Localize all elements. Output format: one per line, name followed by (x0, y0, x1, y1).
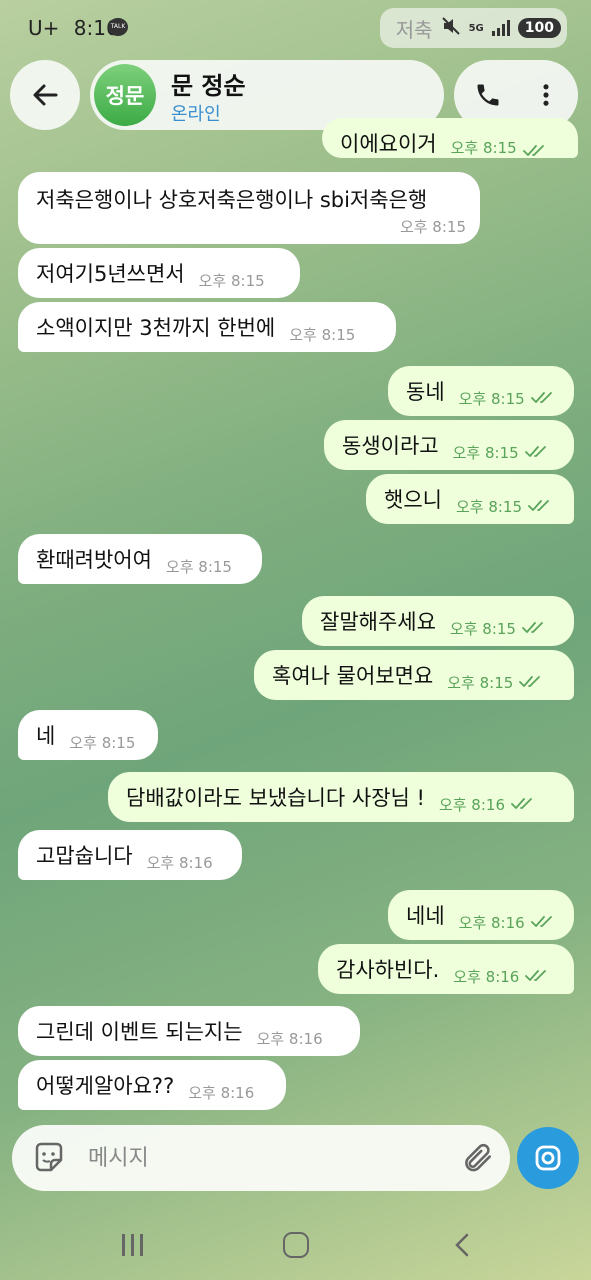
incoming-message[interactable]: 소액이지만 3천까지 한번에 오후 8:15 (18, 302, 396, 352)
message-text: 저축은행이나 상호저축은행이나 sbi저축은행 (36, 187, 428, 212)
phone-icon (477, 84, 499, 106)
message-text: 그린데 이벤트 되는지는 (36, 1020, 243, 1044)
message-text: 동네 (406, 380, 445, 404)
message-timestamp: 오후 8:15 (198, 271, 265, 290)
status-icons: 저축 5G 100 (379, 8, 567, 48)
message-timestamp: 오후 8:16 (188, 1083, 255, 1102)
message-timestamp: 오후 8:15 (289, 325, 356, 344)
contact-status: 온라인 (171, 104, 221, 125)
message-list: 이에요이거 오후 8:15 저축은행이나 상호저축은행이나 sbi저축은행 오후 8:… (0, 0, 591, 1280)
outgoing-message[interactable]: 혹여나 물어보면요 오후 8:15 (254, 650, 574, 700)
incoming-message[interactable]: 어떻게알아요?? 오후 8:16 (18, 1060, 286, 1110)
sticker-icon (35, 1142, 63, 1172)
outgoing-message[interactable]: 네네 오후 8:16 (388, 890, 574, 940)
message-timestamp: 오후 8:16 (146, 853, 213, 872)
message-text: 햇으니 (384, 488, 442, 512)
more-options-button[interactable] (526, 75, 566, 115)
status-carrier-time: U+ 8:16 (28, 16, 119, 40)
incoming-message[interactable]: 저축은행이나 상호저축은행이나 sbi저축은행오후 8:15 (18, 172, 480, 244)
message-text: 혹여나 물어보면요 (272, 664, 434, 688)
outgoing-message[interactable]: 동네 오후 8:15 (388, 366, 574, 416)
message-timestamp: 오후 8:15 (69, 733, 136, 752)
message-text: 어떻게알아요?? (36, 1074, 175, 1098)
recent-apps-button[interactable] (114, 1234, 150, 1256)
read-check-icon (519, 675, 545, 689)
message-composer (12, 1125, 510, 1191)
call-button[interactable] (468, 75, 508, 115)
back-button[interactable] (10, 60, 80, 130)
message-input[interactable] (88, 1143, 428, 1173)
message-timestamp: 오후 8:15 (452, 443, 519, 462)
message-text: 동생이라고 (342, 434, 439, 458)
incoming-message[interactable]: 환때려밧어여 오후 8:15 (18, 534, 262, 584)
paperclip-icon (465, 1143, 492, 1172)
outgoing-message[interactable]: 햇으니 오후 8:15 (366, 474, 574, 524)
message-text: 고맙숩니다 (36, 844, 133, 868)
incoming-message[interactable]: 그린데 이벤트 되는지는 오후 8:16 (18, 1006, 360, 1056)
signal-icon (491, 20, 510, 36)
read-check-icon (511, 797, 537, 811)
read-check-icon (524, 445, 551, 459)
outgoing-message[interactable]: 이에요이거 오후 8:15 (322, 118, 578, 158)
message-text: 이에요이거 (340, 132, 437, 156)
read-check-icon (522, 144, 549, 158)
read-check-icon (530, 391, 557, 405)
incoming-message[interactable]: 저여기5년쓰면서 오후 8:15 (18, 248, 300, 298)
outgoing-message[interactable]: 동생이라고 오후 8:15 (324, 420, 574, 470)
message-timestamp: 오후 8:16 (438, 795, 505, 814)
arrow-left-icon (33, 84, 58, 106)
message-text: 잘말해주세요 (320, 610, 436, 634)
message-text: 네 (36, 724, 56, 748)
outgoing-message[interactable]: 담배값이라도 보냈습니다 사장님 ! 오후 8:16 (108, 772, 574, 822)
mute-icon (441, 16, 461, 41)
message-timestamp: 오후 8:15 (447, 673, 514, 692)
avatar[interactable]: 정문 (94, 64, 156, 126)
message-timestamp: 오후 8:16 (256, 1029, 323, 1048)
camera-icon (535, 1145, 561, 1171)
app-label: 저축 (395, 17, 433, 42)
message-timestamp: 오후 8:15 (449, 619, 516, 638)
contact-name: 문 정순 (171, 72, 246, 100)
attach-button[interactable] (458, 1139, 496, 1177)
message-timestamp: 오후 8:16 (458, 913, 525, 932)
read-check-icon (528, 499, 554, 513)
message-text: 저여기5년쓰면서 (36, 262, 185, 286)
outgoing-message[interactable]: 감사하빈다. 오후 8:16 (318, 944, 574, 994)
system-nav-bar (0, 1208, 591, 1280)
message-timestamp: 오후 8:15 (165, 557, 232, 576)
chevron-left-icon (455, 1233, 469, 1257)
message-text: 담배값이라도 보냈습니다 사장님 ! (126, 786, 425, 810)
message-text: 소액이지만 3천까지 한번에 (36, 316, 276, 340)
network-label: 5G (468, 22, 484, 34)
message-timestamp: 오후 8:16 (453, 967, 520, 986)
camera-button[interactable] (517, 1127, 579, 1189)
message-timestamp: 오후 8:15 (399, 217, 466, 236)
read-check-icon (525, 969, 551, 983)
system-back-button[interactable] (448, 1230, 478, 1260)
read-check-icon (522, 621, 548, 635)
battery-icon: 100 (517, 18, 561, 38)
message-text: 네네 (406, 904, 445, 928)
message-timestamp: 오후 8:15 (458, 389, 525, 408)
home-button[interactable] (283, 1232, 309, 1258)
message-text: 감사하빈다. (336, 958, 440, 982)
talk-icon: TALK (108, 18, 128, 36)
outgoing-message[interactable]: 잘말해주세요 오후 8:15 (302, 596, 574, 646)
message-text: 환때려밧어여 (36, 548, 152, 572)
incoming-message[interactable]: 고맙숩니다 오후 8:16 (18, 830, 242, 880)
message-timestamp: 오후 8:15 (450, 139, 517, 157)
message-timestamp: 오후 8:15 (455, 497, 523, 516)
status-bar: U+ 8:16 TALK 저축 5G 100 (0, 0, 591, 56)
read-check-icon (530, 915, 557, 929)
more-vertical-icon (543, 84, 549, 106)
incoming-message[interactable]: 네 오후 8:15 (18, 710, 158, 760)
sticker-button[interactable] (30, 1139, 68, 1177)
carrier-label: U+ (28, 16, 60, 40)
